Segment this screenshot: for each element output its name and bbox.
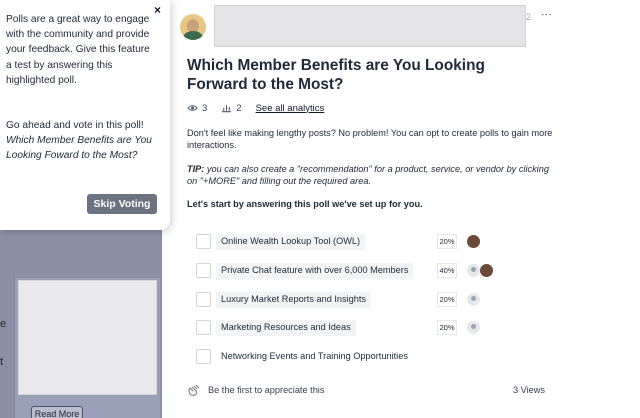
more-vertical-icon[interactable]: ⋮ bbox=[540, 9, 553, 19]
sidebar-edge-text: t bbox=[0, 356, 4, 368]
poll-option-checkbox[interactable] bbox=[196, 234, 211, 249]
skip-voting-button[interactable]: Skip Voting bbox=[87, 194, 157, 214]
poll-option[interactable]: Online Wealth Lookup Tool (OWL) 20% bbox=[196, 234, 506, 250]
post-description: Don't feel like making lengthy posts? No… bbox=[187, 128, 553, 151]
post-footer: Be the first to appreciate this 3 Views bbox=[187, 384, 547, 398]
poll-option[interactable]: Private Chat feature with over 6,000 Mem… bbox=[196, 263, 506, 279]
poll-icon bbox=[222, 105, 232, 113]
poll-option-label: Networking Events and Training Opportuni… bbox=[221, 351, 408, 361]
onboarding-popover: × Polls are a great way to engage with t… bbox=[0, 0, 170, 230]
avatar[interactable] bbox=[180, 14, 206, 40]
author-info-placeholder bbox=[214, 5, 526, 47]
poll-option-checkbox[interactable] bbox=[196, 320, 211, 335]
poll-option[interactable]: Marketing Resources and Ideas 20% bbox=[196, 320, 506, 336]
popover-poll-name: Which Member Benefits are You Looking Fo… bbox=[6, 135, 152, 162]
popover-instruction-text: Go ahead and vote in this poll! bbox=[6, 120, 144, 131]
anonymous-voter-icon bbox=[467, 293, 480, 306]
poll-option-checkbox[interactable] bbox=[196, 263, 211, 278]
poll-option-label: Private Chat feature with over 6,000 Mem… bbox=[221, 265, 409, 275]
anonymous-voter-icon bbox=[467, 264, 480, 277]
votes-count: 2 bbox=[236, 102, 242, 114]
poll-option-percent: 20% bbox=[437, 292, 457, 307]
poll-option-percent: 20% bbox=[437, 234, 457, 249]
tip-label: TIP: bbox=[187, 164, 205, 174]
poll-option-label: Marketing Resources and Ideas bbox=[221, 322, 351, 332]
sidebar-edge-text: e bbox=[0, 318, 7, 330]
poll-option-label: Online Wealth Lookup Tool (OWL) bbox=[221, 236, 361, 246]
eye-icon bbox=[187, 105, 198, 111]
poll-option-percent: 40% bbox=[437, 263, 457, 278]
poll-option-label: Luxury Market Reports and Insights bbox=[221, 294, 367, 304]
avatar-body bbox=[183, 31, 203, 40]
clap-icon[interactable] bbox=[187, 384, 201, 396]
read-more-button[interactable]: Read More bbox=[31, 406, 83, 418]
tip-text: you can also create a "recommendation" f… bbox=[187, 164, 549, 187]
voter-avatar bbox=[480, 264, 493, 277]
popover-intro-text: Polls are a great way to engage with the… bbox=[6, 14, 150, 86]
poll-option-checkbox[interactable] bbox=[196, 349, 211, 364]
poll-option[interactable]: Networking Events and Training Opportuni… bbox=[196, 349, 506, 365]
poll-option-percent: 20% bbox=[437, 320, 457, 335]
post-title: Which Member Benefits are You Looking Fo… bbox=[187, 57, 485, 93]
see-all-analytics-link[interactable]: See all analytics bbox=[256, 103, 325, 114]
poll-option-checkbox[interactable] bbox=[196, 292, 211, 307]
views-total: 3 Views bbox=[512, 385, 545, 395]
views-count: 3 bbox=[202, 102, 208, 114]
popover-instruction: Go ahead and vote in this poll! Which Me… bbox=[6, 118, 158, 164]
post-stats: 3 2 See all analytics bbox=[187, 100, 324, 116]
anonymous-voter-icon bbox=[467, 321, 480, 334]
poll-option[interactable]: Luxury Market Reports and Insights 20% bbox=[196, 292, 506, 308]
post-lead: Let's start by answering this poll we've… bbox=[187, 199, 423, 209]
post-tip: TIP: you can also create a "recommendati… bbox=[187, 163, 557, 188]
appreciate-text[interactable]: Be the first to appreciate this bbox=[208, 385, 324, 395]
voter-avatar bbox=[467, 235, 480, 248]
sidebar-card-image bbox=[18, 280, 157, 395]
header-count: 2 bbox=[526, 12, 532, 22]
